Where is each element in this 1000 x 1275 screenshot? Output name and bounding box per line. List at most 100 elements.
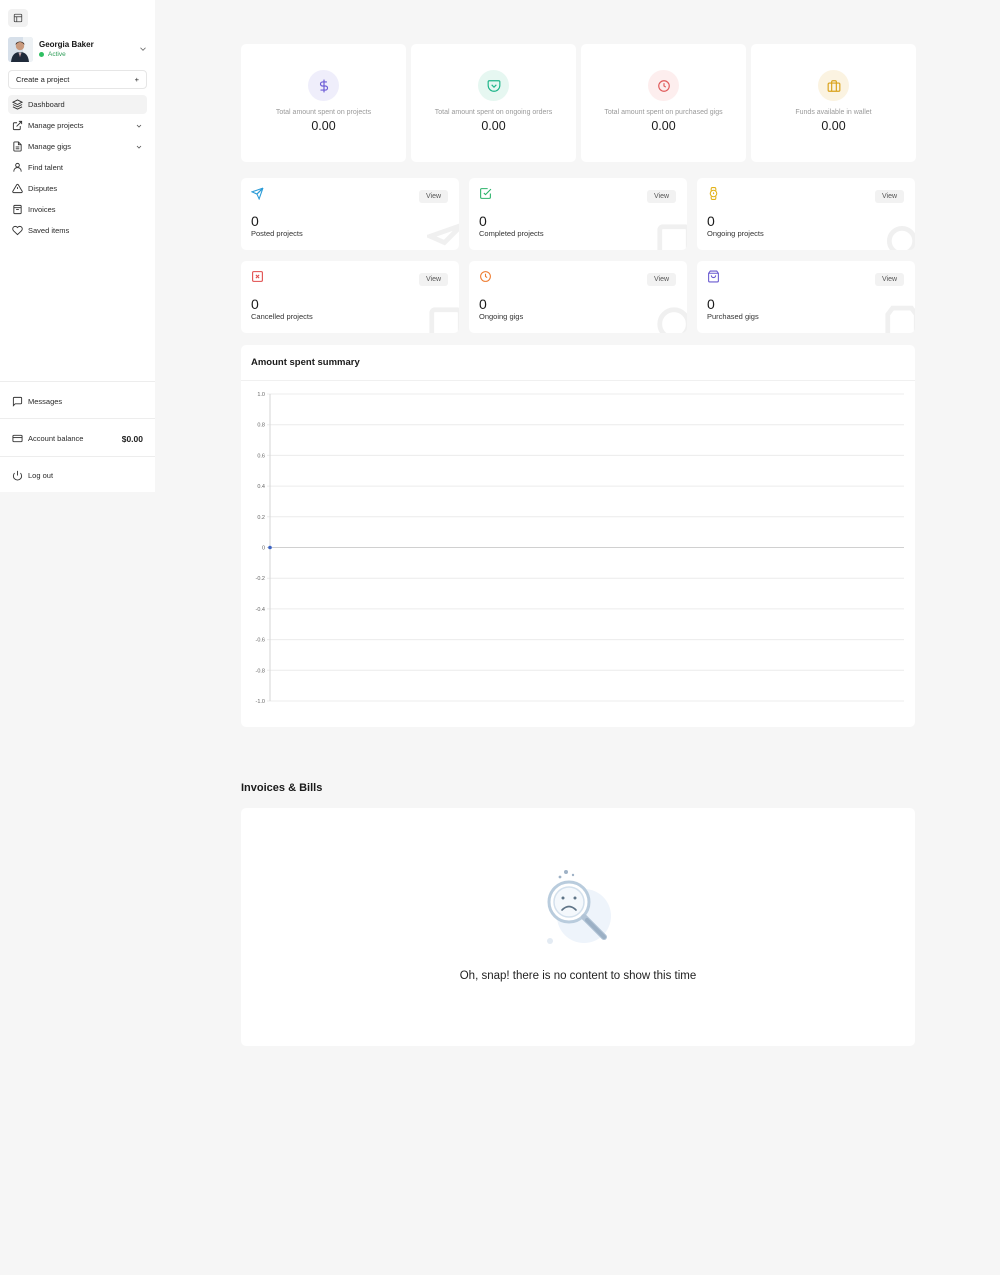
- plus-icon: +: [134, 75, 139, 84]
- y-tick-label: 0.8: [257, 423, 265, 429]
- stat-value: 0.00: [821, 119, 846, 133]
- sidebar-item-label: Manage gigs: [28, 142, 71, 151]
- sidebar-item-invoices[interactable]: Invoices: [8, 200, 147, 219]
- stat-label: Total amount spent on ongoing orders: [434, 109, 553, 116]
- messages-link[interactable]: Messages: [8, 392, 147, 411]
- empty-state-message: Oh, snap! there is no content to show th…: [459, 970, 697, 982]
- view-button[interactable]: View: [419, 190, 448, 203]
- sidebar-item-label: Manage projects: [28, 121, 84, 130]
- sidebar-item-label: Saved items: [28, 226, 70, 235]
- account-balance-label: Account balance: [28, 434, 84, 443]
- watch-icon: [709, 187, 718, 200]
- sidebar-item-label: Find talent: [28, 163, 64, 172]
- messages-label: Messages: [28, 397, 63, 406]
- stat-value: 0.00: [651, 119, 676, 133]
- account-balance-value: $0.00: [121, 433, 143, 444]
- user-icon: [13, 162, 22, 172]
- sidebar-item-manage-projects[interactable]: Manage projects: [8, 116, 147, 135]
- card-label: Posted projects: [251, 229, 303, 238]
- card-label: Cancelled projects: [251, 312, 313, 321]
- clock-icon: [480, 271, 491, 282]
- bag-watermark-icon: [885, 305, 915, 333]
- sidebar-toggle-button[interactable]: [8, 9, 28, 27]
- sidebar-item-find-talent[interactable]: Find talent: [8, 158, 147, 177]
- view-button[interactable]: View: [647, 273, 676, 286]
- divider: [0, 456, 155, 457]
- logout-button[interactable]: Log out: [8, 466, 147, 485]
- power-icon: [12, 470, 23, 481]
- dollar-icon: [319, 79, 328, 92]
- clock-icon: [657, 79, 670, 92]
- briefcase-icon: [827, 79, 840, 92]
- empty-search-illustration-icon: [547, 870, 611, 944]
- view-button[interactable]: View: [875, 273, 904, 286]
- sidebar-item-manage-gigs[interactable]: Manage gigs: [8, 137, 147, 156]
- chevron-down-icon: [136, 145, 142, 149]
- y-tick-label: 0: [262, 546, 265, 552]
- stat-label: Total amount spent on projects: [275, 109, 372, 116]
- x-watermark-icon: [429, 307, 459, 333]
- amount-spent-chart: 1.0 0.8 0.6 0.4 0.2 0 -0.2 -0.4 -0.6 -0.8 -1.0: [256, 392, 904, 705]
- card-label: Ongoing gigs: [479, 312, 524, 321]
- stat-value: 0.00: [311, 119, 336, 133]
- card-purchased-gigs: View 0 Purchased gigs: [697, 261, 915, 333]
- y-tick-label: -0.4: [256, 607, 265, 613]
- sidebar-item-disputes[interactable]: Disputes: [8, 179, 147, 198]
- message-icon: [12, 396, 23, 407]
- watch-watermark-icon: [886, 225, 915, 250]
- stat-label: Funds available in wallet: [795, 109, 872, 116]
- card-count: 0: [479, 213, 487, 229]
- invoice-icon: [13, 204, 22, 215]
- card-cancelled-projects: View 0 Cancelled projects: [241, 261, 459, 333]
- external-link-icon: [12, 120, 23, 131]
- stat-card-projects: Total amount spent on projects 0.00: [241, 44, 406, 162]
- divider: [0, 418, 155, 419]
- logout-label: Log out: [28, 471, 54, 480]
- account-balance[interactable]: Account balance $0.00: [8, 429, 147, 448]
- sidebar-item-label: Disputes: [28, 184, 58, 193]
- check-square-icon: [480, 188, 492, 199]
- card-label: Ongoing projects: [707, 229, 764, 238]
- data-point: [268, 545, 272, 550]
- sidebar: Georgia Baker Active Create a project + …: [0, 0, 155, 492]
- card-count: 0: [251, 296, 259, 312]
- check-watermark-icon: [657, 224, 687, 250]
- card-completed-projects: View 0 Completed projects: [469, 178, 687, 250]
- stat-label: Total amount spent on purchased gigs: [604, 109, 723, 116]
- user-profile[interactable]: Georgia Baker Active: [8, 36, 148, 62]
- layers-icon: [12, 99, 23, 110]
- send-watermark-icon: [427, 223, 459, 246]
- card-count: 0: [479, 296, 487, 312]
- card-ongoing-projects: View 0 Ongoing projects: [697, 178, 915, 250]
- send-icon: [251, 187, 264, 200]
- y-tick-label: 0.2: [257, 515, 265, 521]
- invoices-section-title: Invoices & Bills: [241, 782, 323, 794]
- invoices-empty-state: Oh, snap! there is no content to show th…: [241, 808, 915, 1046]
- y-tick-label: -1.0: [256, 699, 265, 705]
- user-name: Georgia Baker: [39, 39, 94, 49]
- card-count: 0: [707, 213, 715, 229]
- card-label: Completed projects: [479, 229, 544, 238]
- view-button[interactable]: View: [647, 190, 676, 203]
- warning-icon: [12, 183, 23, 194]
- card-posted-projects: View 0 Posted projects: [241, 178, 459, 250]
- shopping-bag-icon: [708, 270, 719, 283]
- chevron-down-icon[interactable]: [138, 44, 148, 54]
- card-count: 0: [251, 213, 259, 229]
- sidebar-item-dashboard[interactable]: Dashboard: [8, 95, 147, 114]
- amount-spent-chart-card: Amount spent summary 1.0 0.8 0.6 0.4 0.2 0 -0.…: [241, 345, 915, 727]
- layout-icon: [13, 13, 23, 23]
- sidebar-item-label: Invoices: [28, 205, 56, 214]
- view-button[interactable]: View: [875, 190, 904, 203]
- chevron-down-icon: [136, 124, 142, 128]
- y-tick-label: -0.6: [256, 638, 265, 644]
- y-tick-label: -0.2: [256, 576, 265, 582]
- create-project-button[interactable]: Create a project +: [8, 70, 147, 89]
- view-button[interactable]: View: [419, 273, 448, 286]
- user-status: Active: [39, 50, 138, 59]
- document-icon: [13, 141, 22, 152]
- sidebar-item-saved-items[interactable]: Saved items: [8, 221, 147, 240]
- sidebar-nav: Dashboard Manage projects Manage gigs Fi…: [8, 95, 147, 242]
- status-dot-icon: [39, 51, 44, 57]
- pocket-icon: [487, 79, 500, 92]
